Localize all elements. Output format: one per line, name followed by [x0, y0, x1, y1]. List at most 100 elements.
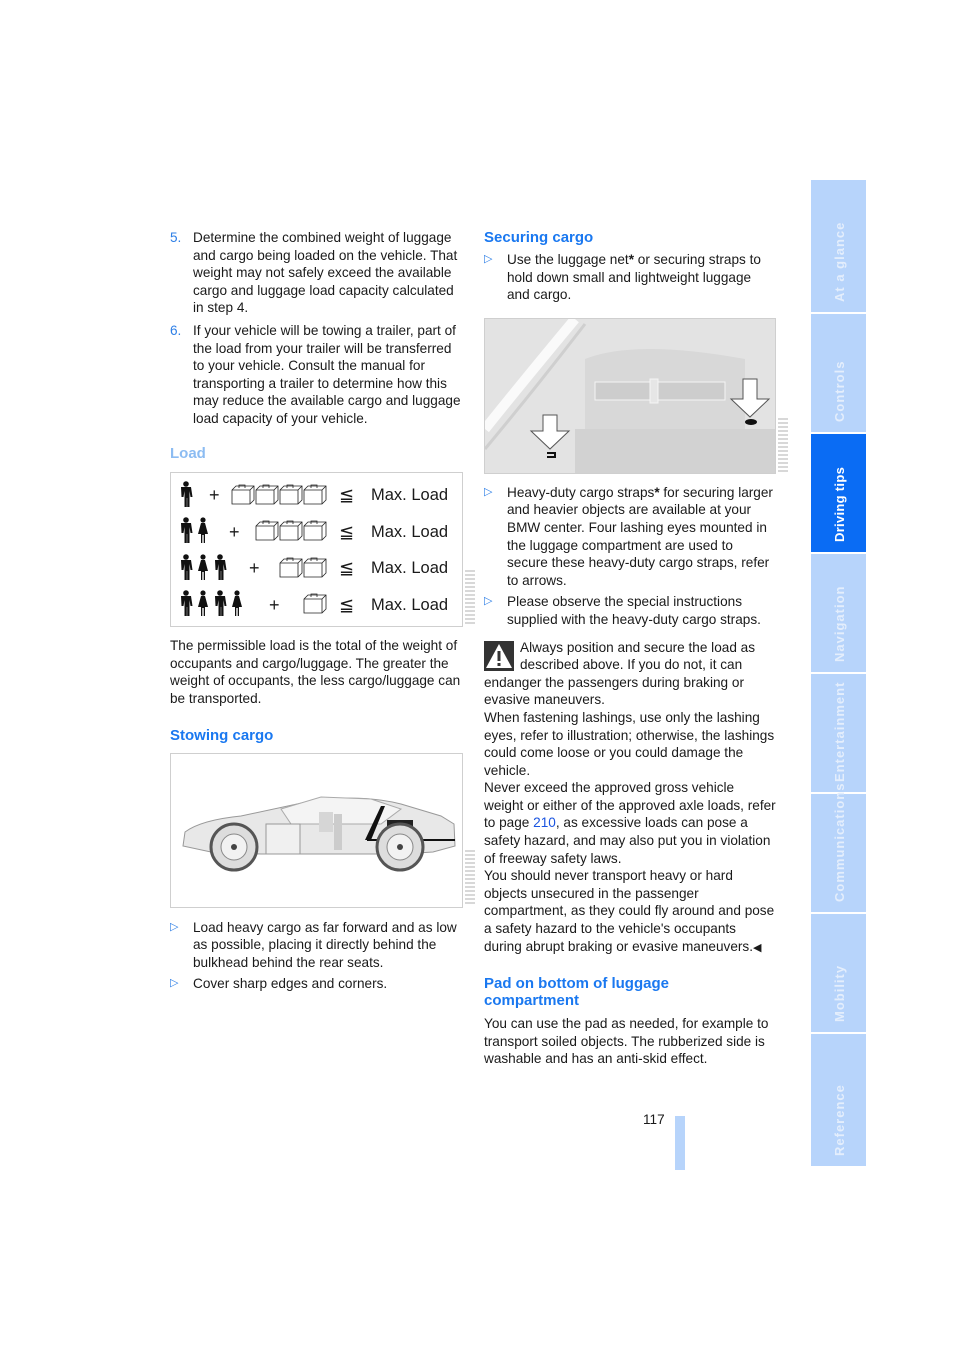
figure-code-mark [465, 570, 475, 625]
end-of-section-icon: ◀ [753, 941, 762, 954]
warning-text: Always position and secure the load as d… [484, 639, 756, 708]
figure-code-mark [465, 850, 475, 905]
triangle-bullet-icon: ▷ [484, 485, 493, 498]
step-text: If your vehicle will be towing a trailer… [193, 322, 461, 426]
person-icon [213, 590, 227, 621]
bullet-item: ▷ Please observe the special instruction… [484, 593, 776, 628]
suitcase-icon [254, 518, 280, 547]
less-or-equal-symbol: ≦ [339, 521, 355, 542]
plus-operator: + [269, 594, 280, 615]
chapter-tab-mobility[interactable]: Mobility [811, 914, 866, 1032]
load-paragraph: The permissible load is the total of the… [170, 638, 461, 706]
person-icon [179, 517, 193, 548]
triangle-bullet-icon: ▷ [484, 253, 493, 265]
suitcases-icons [230, 482, 328, 511]
plus-operator: + [249, 558, 260, 579]
left-column: 5. Determine the combined weight of lugg… [170, 229, 463, 997]
suitcase-icon [302, 482, 328, 511]
pad-heading: Pad on bottom of luggage compartment [484, 975, 669, 1010]
chapter-tab-label: At a glance [831, 221, 847, 302]
luggage-compartment-illustration [484, 317, 776, 474]
person-icon [197, 590, 209, 621]
person-icon [231, 590, 243, 621]
person-icon [197, 554, 209, 585]
securing-bullets: ▷ Use the luggage net* or securing strap… [484, 251, 776, 304]
chapter-tab-label: Mobility [831, 964, 847, 1022]
load-row: + ≦ Max. Load [171, 589, 462, 623]
stowing-bullets: ▷ Load heavy cargo as far forward and as… [170, 919, 462, 993]
load-heading: Load [170, 444, 206, 462]
suitcase-icon [302, 518, 328, 547]
less-or-equal-symbol: ≦ [339, 558, 355, 579]
chapter-tab-entertainment[interactable]: Entertainment [811, 674, 866, 792]
right-column: Securing cargo ▷ Use the luggage net* or… [484, 229, 776, 1068]
load-row: + ≦ Max. Load [171, 552, 462, 586]
person-icon [179, 481, 193, 512]
page-number: 117 [643, 1112, 665, 1127]
person-icon [179, 590, 193, 621]
step-number: 6. [170, 322, 182, 338]
bullet-text: for securing larger and heavier objects … [507, 484, 773, 588]
step-text: Determine the combined weight of luggage… [193, 230, 458, 316]
chapter-tab-controls[interactable]: Controls [811, 314, 866, 432]
page-reference-link[interactable]: 210 [533, 815, 556, 830]
suitcases-icons [278, 555, 328, 584]
warning-text: You should never transport heavy or hard… [484, 867, 776, 957]
bullet-text: Heavy-duty cargo straps [507, 484, 655, 500]
max-load-label: Max. Load [371, 522, 449, 541]
load-row: + ≦ Max. Load [171, 479, 462, 513]
less-or-equal-symbol: ≦ [339, 594, 355, 615]
bullet-text: Cover sharp edges and corners. [193, 976, 388, 992]
triangle-bullet-icon: ▷ [170, 977, 179, 990]
suitcases-icons [302, 591, 328, 620]
less-or-equal-symbol: ≦ [339, 485, 355, 506]
bullet-item: ▷ Heavy-duty cargo straps* for securing … [484, 484, 776, 590]
chapter-tab-label: Reference [831, 1084, 847, 1156]
figure-code-mark [778, 418, 788, 473]
bullet-item: ▷ Cover sharp edges and corners. [170, 975, 462, 993]
chapter-tab-navigation[interactable]: Navigation [811, 554, 866, 672]
plus-operator: + [209, 485, 220, 506]
trunk-lashing-eyes-icon [485, 318, 775, 473]
chapter-tab-reference[interactable]: Reference [811, 1034, 866, 1166]
plus-operator: + [229, 521, 240, 542]
pad-paragraph: You can use the pad as needed, for examp… [484, 1016, 769, 1067]
suitcase-icon [230, 482, 256, 511]
suitcase-icon [254, 482, 280, 511]
occupants-icons [179, 517, 209, 548]
chapter-tab-label: Navigation [831, 585, 847, 662]
suitcases-icons [254, 518, 328, 547]
bullet-text: Load heavy cargo as far forward and as l… [193, 919, 457, 970]
max-load-label: Max. Load [371, 486, 449, 505]
steps-list: 5. Determine the combined weight of lugg… [170, 229, 462, 428]
warning-triangle-icon [484, 640, 514, 671]
chapter-tab-label: Driving tips [831, 466, 847, 542]
occupants-icons [179, 554, 227, 585]
bullet-text: Please observe the special instructions … [507, 594, 761, 627]
bullet-text: Use the luggage net [507, 252, 629, 267]
bullet-item: ▷ Load heavy cargo as far forward and as… [170, 919, 462, 972]
warning-text: When fastening lashings, use only the la… [484, 709, 775, 778]
chapter-tab-label: Entertainment [831, 681, 847, 782]
chapter-tab-communications[interactable]: Communications [811, 783, 866, 912]
occupants-icons [179, 590, 243, 621]
chapter-tab-driving-tips[interactable]: Driving tips [811, 434, 866, 552]
person-icon [213, 554, 227, 585]
suitcase-icon [278, 518, 304, 547]
warning-block: Always position and secure the load as d… [484, 639, 776, 958]
suitcase-icon [302, 591, 328, 620]
car-side-icon [182, 795, 456, 871]
securing-cargo-heading: Securing cargo [484, 229, 594, 246]
chapter-tabs: At a glance Controls Driving tips Navigatio… [811, 180, 866, 1168]
load-row: + ≦ Max. Load [171, 516, 462, 550]
step-item: 5. Determine the combined weight of lugg… [170, 229, 462, 317]
occupants-icons [179, 481, 193, 512]
chapter-tab-label: Communications [831, 782, 847, 902]
suitcase-icon [278, 482, 304, 511]
person-icon [179, 554, 193, 585]
bullet-item: ▷ Use the luggage net* or securing strap… [484, 251, 776, 304]
chapter-tab-label: Controls [831, 360, 847, 422]
stowing-cargo-heading: Stowing cargo [170, 726, 274, 744]
suitcase-icon [302, 555, 328, 584]
chapter-tab-at-a-glance[interactable]: At a glance [811, 180, 866, 312]
